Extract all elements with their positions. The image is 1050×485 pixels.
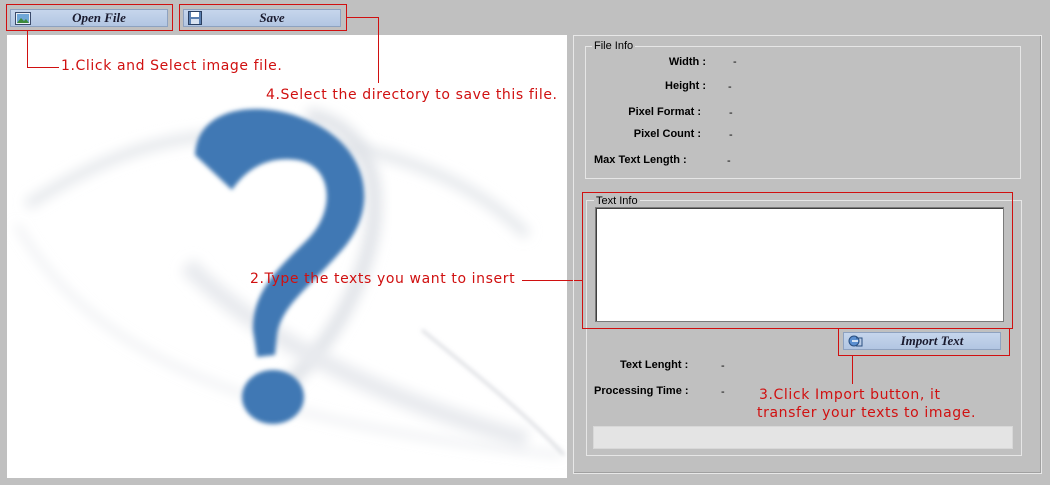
max-text-length-value: -: [727, 155, 731, 167]
step4-connector-v: [378, 17, 379, 83]
processing-time-label: Processing Time :: [594, 385, 689, 397]
step4-connector-h: [347, 17, 379, 18]
processing-time-value: -: [721, 386, 725, 398]
pixel-format-label: Pixel Format :: [628, 106, 701, 118]
open-file-highlight: [6, 4, 173, 31]
pixel-count-label: Pixel Count :: [633, 128, 701, 140]
step3-annotation-line2: transfer your texts to image.: [757, 405, 977, 421]
step3-annotation-line1: 3.Click Import button, it: [759, 387, 941, 403]
step4-annotation: 4.Select the directory to save this file…: [266, 87, 558, 103]
width-value: -: [733, 56, 737, 68]
text-length-value: -: [721, 360, 725, 372]
step3-connector-v: [852, 356, 853, 384]
import-button-highlight: [838, 328, 1010, 356]
pixel-format-value: -: [729, 107, 733, 119]
height-value: -: [728, 81, 732, 93]
step1-connector-h: [27, 67, 59, 68]
text-length-label: Text Lenght :: [620, 359, 689, 371]
step2-annotation: 2.Type the texts you want to insert: [250, 271, 516, 287]
max-text-length-label: Max Text Length :: [594, 154, 687, 166]
progress-bar: [593, 426, 1013, 449]
pixel-count-value: -: [729, 129, 733, 141]
step1-connector-v: [27, 31, 28, 67]
save-highlight: [179, 4, 347, 31]
height-label: Height :: [665, 80, 706, 92]
file-info-title: File Info: [592, 40, 636, 52]
step1-annotation: 1.Click and Select image file.: [61, 58, 283, 74]
width-label: Width :: [668, 56, 706, 68]
text-area-highlight: [582, 192, 1013, 329]
